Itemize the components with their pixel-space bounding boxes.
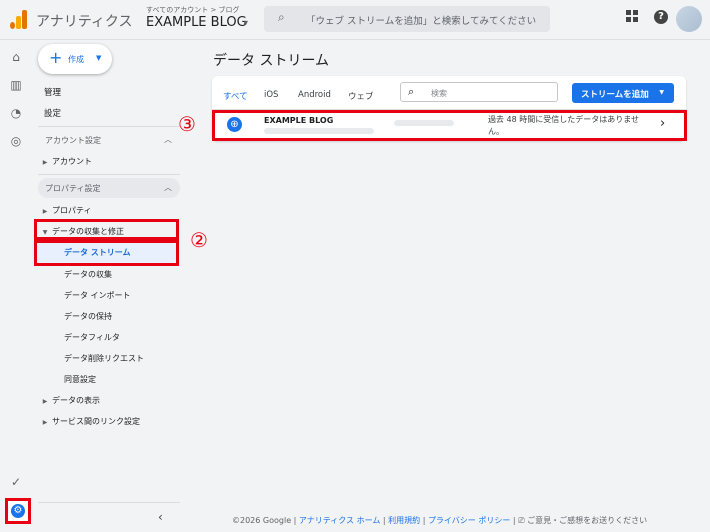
chevron-up-icon: ︿ (164, 183, 172, 192)
divider (38, 502, 180, 503)
sidebar-item-data-deletion[interactable]: データ削除リクエスト (64, 353, 144, 364)
create-button[interactable]: + 作成 ▼ (38, 44, 112, 74)
page-title: データ ストリーム (213, 53, 330, 69)
caret-right-icon: ▶ (42, 398, 48, 405)
sidebar-item-account[interactable]: ▶ アカウント (38, 156, 92, 167)
caret-right-icon: ▶ (42, 159, 48, 166)
highlight-data-streams (34, 240, 179, 266)
annotation-number-3: ③ (178, 112, 196, 136)
tab-ios[interactable]: iOS (264, 90, 278, 100)
item-label: サービス間のリンク設定 (52, 417, 140, 426)
divider (38, 126, 180, 127)
sidebar-item-admin[interactable]: 管理 (44, 86, 61, 98)
separator: | (382, 516, 386, 525)
add-stream-label: ストリームを追加 (581, 90, 649, 100)
tab-web[interactable]: ウェブ (348, 90, 374, 102)
app-name: アナリティクス (36, 14, 133, 30)
annotation-number-2: ② (190, 228, 208, 252)
item-label: アカウント (52, 157, 92, 166)
check-circle-icon[interactable]: ✓ (8, 474, 24, 490)
analytics-home-link[interactable]: アナリティクス ホーム (299, 516, 380, 525)
search-bar[interactable]: ⌕ 「ウェブ ストリームを追加」と検索してみてください (264, 6, 550, 32)
add-stream-button[interactable]: ストリームを追加 ▼ (572, 83, 674, 103)
property-selector[interactable]: EXAMPLE BLOG (146, 15, 247, 30)
account-settings-header[interactable]: アカウント設定 ︿ (38, 130, 180, 150)
help-icon[interactable]: ? (654, 10, 668, 24)
footer: ©2026 Google | アナリティクス ホーム | 利用規約 | プライバ… (232, 515, 647, 526)
chevron-down-icon: ▼ (96, 54, 102, 62)
advertising-icon[interactable]: ◎ (8, 133, 24, 149)
divider (38, 174, 180, 175)
search-icon: ⌕ (278, 10, 285, 24)
apps-grid-icon[interactable] (626, 10, 638, 22)
collapse-sidebar-icon[interactable]: ‹ (158, 510, 163, 524)
caret-right-icon: ▶ (42, 208, 48, 215)
privacy-link[interactable]: プライバシー ポリシー (428, 516, 510, 525)
section-label: アカウント設定 (45, 136, 101, 145)
search-icon: ⌕ (408, 85, 415, 98)
sidebar-item-consent[interactable]: 同意設定 (64, 374, 96, 385)
reports-icon[interactable]: ▥ (8, 77, 24, 93)
top-bar: アナリティクス すべてのアカウント > ブログ EXAMPLE BLOG ▾ ⌕… (0, 0, 710, 40)
admin-gear-highlight[interactable]: ⚙ (5, 498, 31, 524)
sidebar-item-data-collection-sub[interactable]: データの収集 (64, 269, 112, 280)
sidebar-item-settings[interactable]: 設定 (44, 107, 61, 119)
feedback-link[interactable]: ご意見・ご感想をお送りください (527, 516, 647, 525)
search-placeholder: 検索 (431, 89, 447, 98)
sidebar-item-product-links[interactable]: ▶ サービス間のリンク設定 (38, 416, 140, 427)
chevron-up-icon: ︿ (164, 135, 172, 144)
sidebar-item-property[interactable]: ▶ プロパティ (38, 205, 92, 216)
search-placeholder: 「ウェブ ストリームを追加」と検索してみてください (306, 16, 537, 27)
copyright: ©2026 Google | (232, 516, 297, 525)
highlight-stream-row (212, 110, 687, 141)
admin-sidebar: + 作成 ▼ 管理 設定 アカウント設定 ︿ ▶ アカウント プロパティ設定 ︿ … (32, 40, 180, 532)
sidebar-item-data-retention[interactable]: データの保持 (64, 311, 112, 322)
property-settings-header[interactable]: プロパティ設定 ︿ (38, 178, 180, 198)
item-label: プロパティ (52, 206, 92, 215)
tab-android[interactable]: Android (298, 90, 331, 100)
chevron-down-icon: ▼ (659, 89, 664, 96)
plus-icon: + (49, 48, 63, 67)
separator: | (422, 516, 426, 525)
item-label: データの表示 (52, 396, 100, 405)
sidebar-item-data-display[interactable]: ▶ データの表示 (38, 395, 100, 406)
explore-icon[interactable]: ◔ (8, 105, 24, 121)
chevron-down-icon[interactable]: ▾ (244, 18, 248, 27)
sidebar-item-data-import[interactable]: データ インポート (64, 290, 131, 301)
sidebar-item-data-filters[interactable]: データフィルタ (64, 332, 120, 343)
create-label: 作成 (68, 55, 84, 64)
avatar[interactable] (676, 6, 702, 32)
highlight-data-collection (34, 219, 179, 240)
separator: | (512, 516, 516, 525)
feedback-icon: ⎚ (518, 516, 525, 525)
section-label: プロパティ設定 (45, 184, 101, 193)
stream-search-input[interactable]: ⌕ 検索 (400, 82, 558, 102)
home-icon[interactable]: ⌂ (8, 49, 24, 65)
breadcrumb[interactable]: すべてのアカウント > ブログ (146, 5, 240, 15)
tab-all[interactable]: すべて (223, 90, 248, 102)
terms-link[interactable]: 利用規約 (388, 516, 420, 525)
gear-icon[interactable]: ⚙ (11, 504, 25, 518)
left-rail: ⌂ ▥ ◔ ◎ ✓ (0, 40, 32, 532)
analytics-logo-icon[interactable] (10, 9, 30, 29)
caret-right-icon: ▶ (42, 419, 48, 426)
